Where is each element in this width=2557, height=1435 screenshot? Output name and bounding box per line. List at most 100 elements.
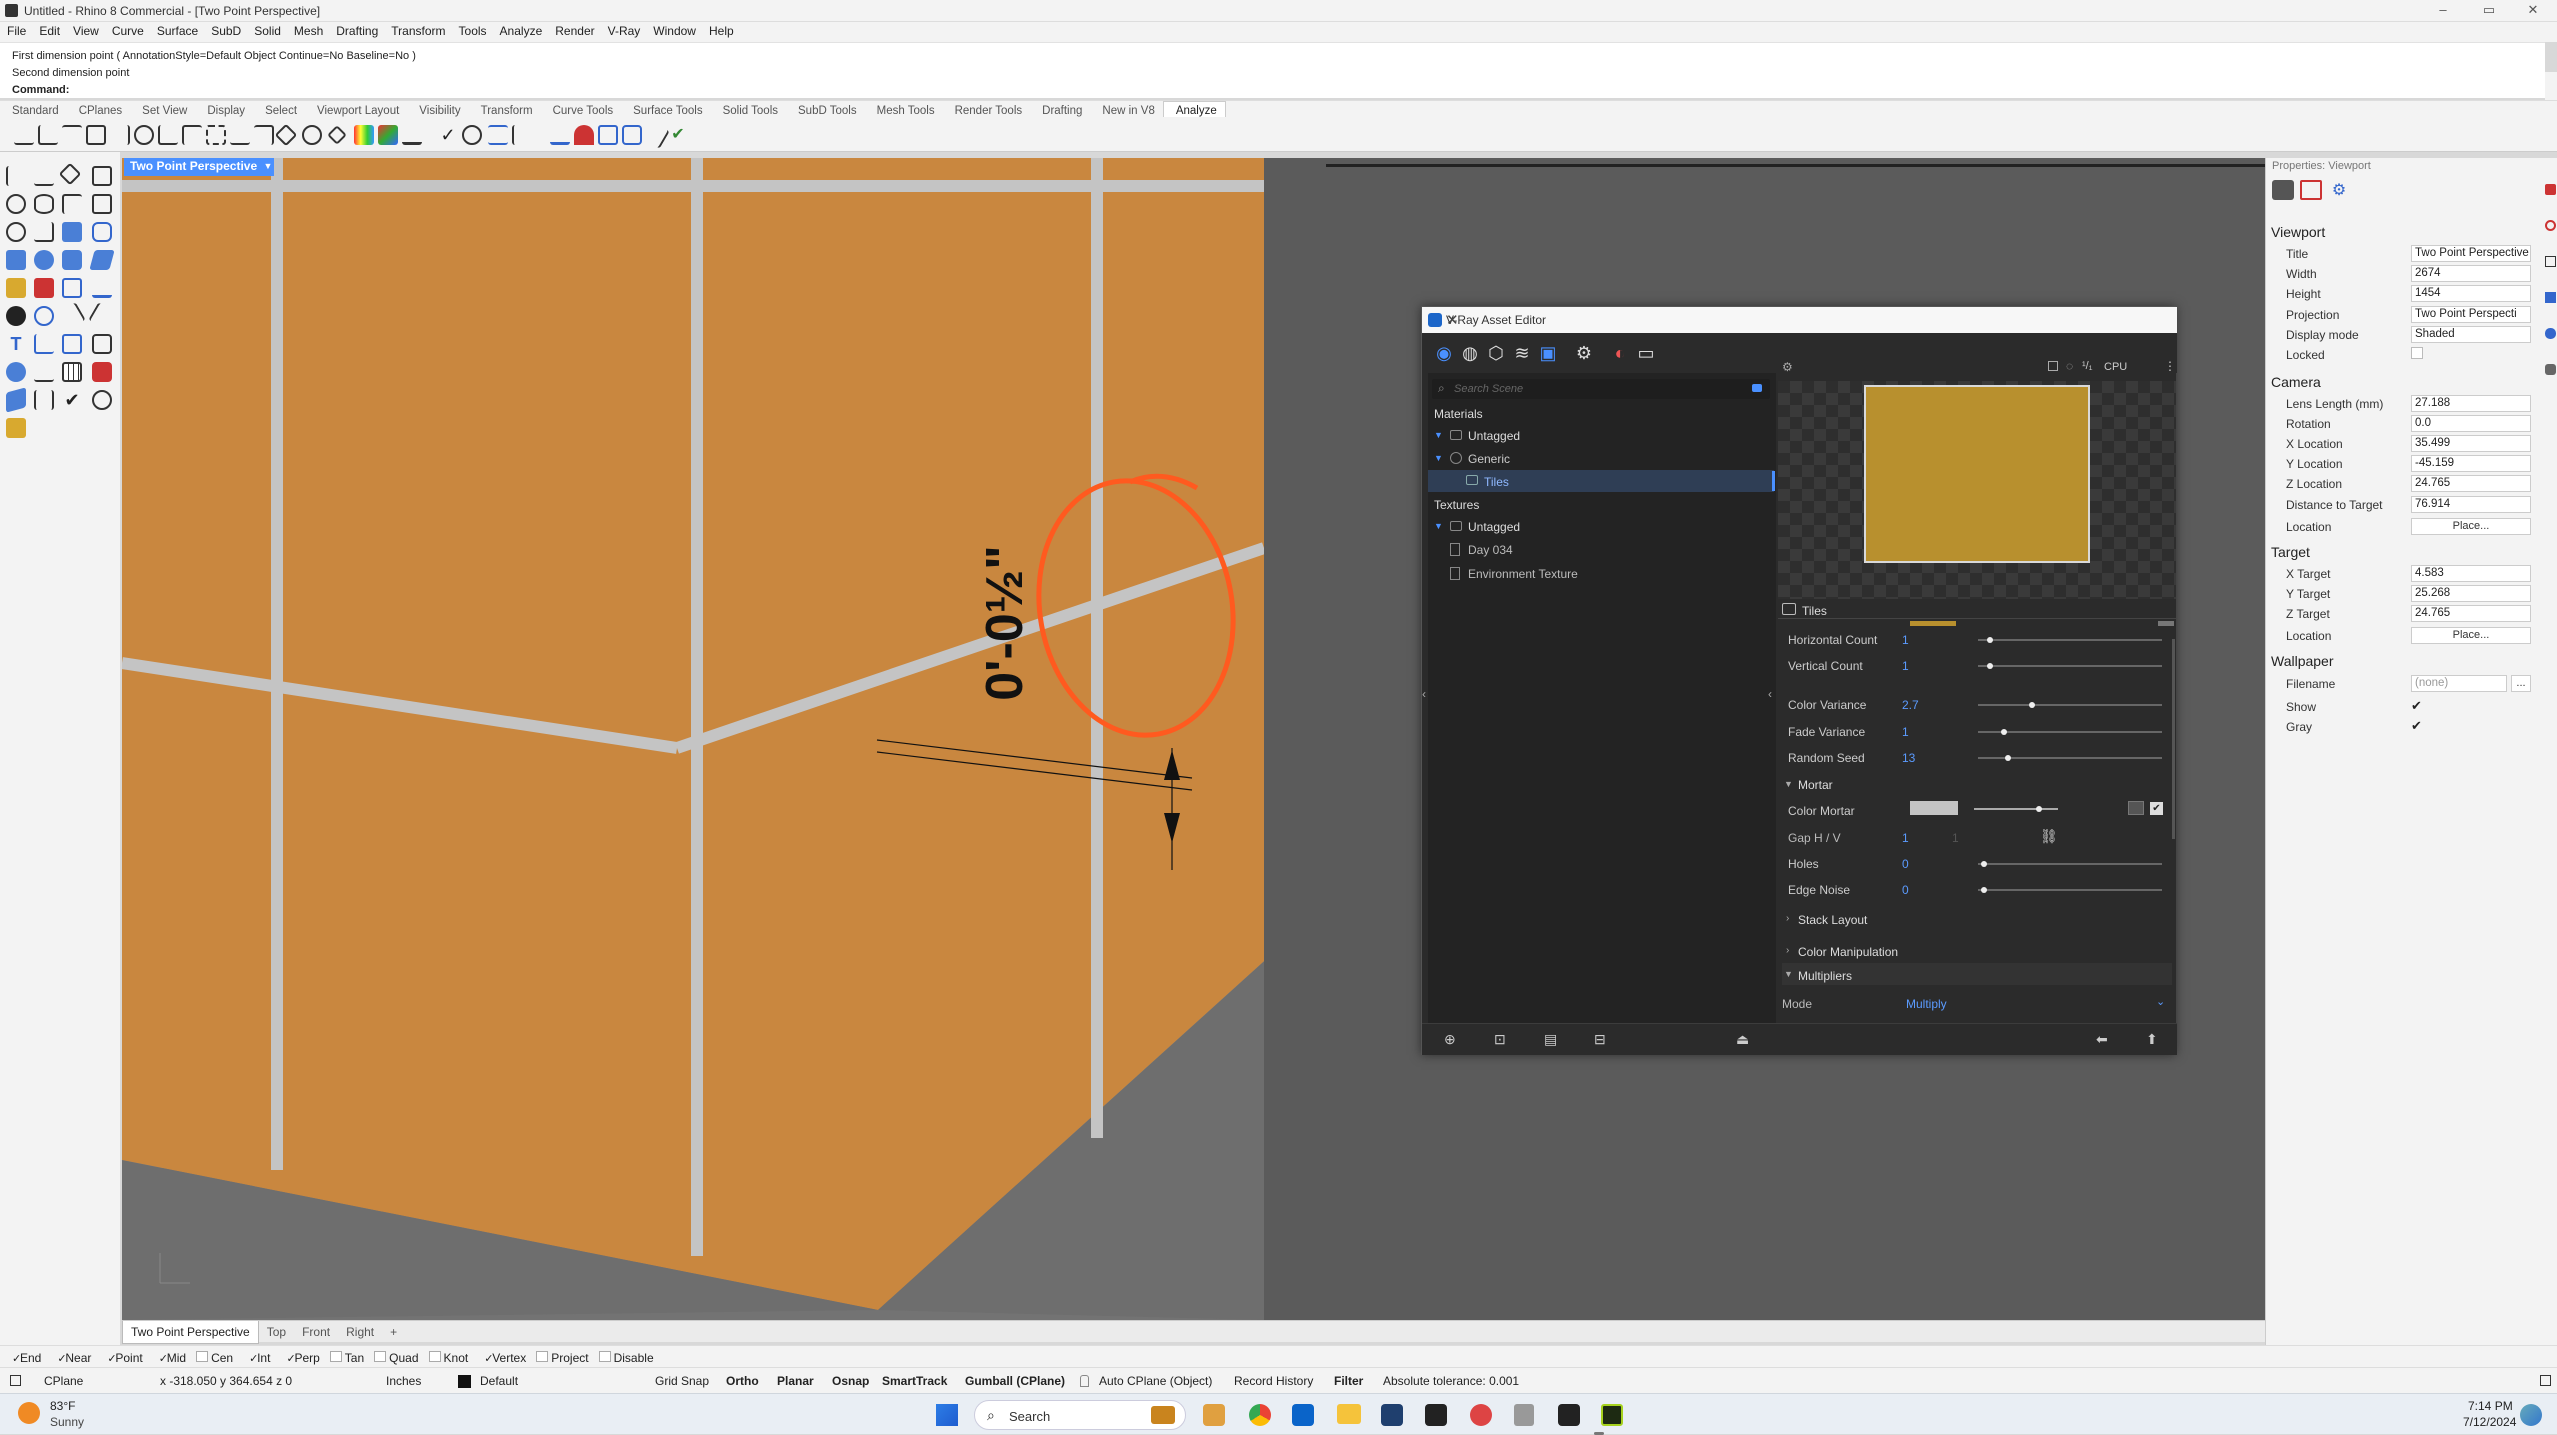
osnap-checkbox[interactable]: ✓: [243, 1350, 258, 1365]
upload-icon[interactable]: ⬆: [2146, 1031, 2158, 1048]
holes-slider[interactable]: [1978, 863, 2162, 865]
z-target-field[interactable]: 24.765: [2411, 605, 2531, 622]
outlook-icon[interactable]: [1292, 1404, 1314, 1426]
select-arrow-icon[interactable]: [6, 166, 26, 186]
tab-viewport-layout[interactable]: Viewport Layout: [305, 101, 407, 117]
draft-analysis-icon[interactable]: [378, 125, 398, 145]
locked-checkbox[interactable]: [2411, 347, 2423, 359]
gap-h-value[interactable]: 1: [1902, 831, 1909, 845]
arc-icon[interactable]: [62, 194, 82, 214]
lens-icon[interactable]: [92, 390, 112, 410]
help-tab-icon[interactable]: [2545, 364, 2556, 375]
link-chain-icon[interactable]: ⛓: [2040, 828, 2058, 845]
tiles-texture[interactable]: Tiles: [1484, 475, 1509, 489]
count-icon[interactable]: [488, 125, 508, 145]
tab-display[interactable]: Display: [195, 101, 253, 117]
render-icon[interactable]: [6, 418, 26, 438]
filter-icon[interactable]: [1752, 384, 1762, 392]
mortar-section[interactable]: Mortar: [1798, 778, 1833, 792]
color-variance-slider[interactable]: [1978, 704, 2162, 706]
minimize-button[interactable]: –: [2428, 2, 2458, 20]
osnap-perp[interactable]: ✓Perp: [274, 1346, 323, 1365]
point-icon[interactable]: [34, 166, 54, 186]
add-asset-icon[interactable]: ⊕: [1444, 1031, 1456, 1048]
osnap-checkbox[interactable]: [536, 1351, 549, 1362]
expand-chevron-icon[interactable]: ▼: [1784, 779, 1793, 789]
panel-toggle-right-icon[interactable]: [2540, 1375, 2551, 1386]
vray-asset-editor[interactable]: V-Ray Asset Editor ✕ ◉ ◍ ⬡ ≋ ▣ ⚙ ◐ ▭ ⌕ S…: [1421, 306, 2177, 1055]
tab-analyze[interactable]: Analyze: [1162, 101, 1226, 117]
viewport-menu-icon[interactable]: ▼: [262, 158, 274, 176]
tab-top[interactable]: Top: [259, 1321, 294, 1343]
tab-set-view[interactable]: Set View: [130, 101, 195, 117]
weather-desc[interactable]: Sunny: [50, 1415, 84, 1429]
tab-front[interactable]: Front: [294, 1321, 338, 1343]
rectangle-icon[interactable]: [92, 166, 112, 186]
tab-transform[interactable]: Transform: [469, 101, 541, 117]
osnap-knot[interactable]: Knot: [423, 1347, 473, 1365]
osnap-disable[interactable]: Disable: [593, 1347, 658, 1365]
projection-select[interactable]: Two Point Perspecti: [2411, 306, 2531, 323]
mesh-sphere-icon[interactable]: [6, 362, 26, 382]
dome-icon[interactable]: [574, 125, 594, 145]
textures-header[interactable]: Textures: [1434, 498, 1479, 512]
rhino-taskbar-icon[interactable]: [1558, 1404, 1580, 1426]
taskbar-search[interactable]: ⌕ Search: [974, 1400, 1186, 1430]
osnap-near[interactable]: ✓Near: [45, 1346, 95, 1365]
preview-refresh-icon[interactable]: ◌: [2066, 359, 2073, 373]
tab-right[interactable]: Right: [338, 1321, 382, 1343]
checkmark-icon[interactable]: ✔: [62, 390, 82, 410]
slider-knob[interactable]: [2029, 702, 2035, 708]
line-icon[interactable]: [34, 362, 54, 382]
geometry-icon[interactable]: ⬡: [1484, 341, 1508, 365]
grid-snap-toggle[interactable]: Grid Snap: [655, 1374, 709, 1388]
command-scrollbar[interactable]: [2545, 72, 2557, 100]
gumball-icon[interactable]: [6, 306, 26, 326]
record-history-toggle[interactable]: Record History: [1234, 1374, 1313, 1388]
tab-new-in-v8[interactable]: New in V8: [1090, 101, 1162, 117]
color-tile-swatch[interactable]: [1910, 621, 1956, 626]
menu-subd[interactable]: SubD: [204, 22, 247, 38]
osnap-checkbox[interactable]: [428, 1351, 441, 1362]
libraries-tab-icon[interactable]: [2545, 328, 2556, 339]
notification-icon[interactable]: [2520, 1404, 2542, 1426]
app-icon[interactable]: [1470, 1404, 1492, 1426]
slider-knob[interactable]: [2005, 755, 2011, 761]
color-mortar-swatch[interactable]: [1910, 801, 1958, 815]
cylinder-icon[interactable]: [62, 250, 82, 270]
osnap-vertex[interactable]: ✓Vertex: [472, 1346, 530, 1365]
osnap-toggle[interactable]: Osnap: [832, 1374, 869, 1388]
panel-toggle-icon[interactable]: [10, 1375, 21, 1386]
menu-window[interactable]: Window: [646, 22, 702, 38]
show-edges-icon[interactable]: [512, 125, 532, 145]
clock-date[interactable]: 7/12/2024: [2463, 1415, 2516, 1429]
block-icon[interactable]: [92, 334, 112, 354]
file-explorer-icon[interactable]: [1337, 1404, 1361, 1424]
close-button[interactable]: ✕: [2518, 2, 2548, 20]
z-location-field[interactable]: 24.765: [2411, 475, 2531, 492]
osnap-end[interactable]: ✓End: [0, 1346, 45, 1365]
boolean-icon[interactable]: [6, 278, 26, 298]
tab-curve-tools[interactable]: Curve Tools: [541, 101, 622, 117]
environment-map-icon[interactable]: [327, 125, 347, 145]
tab-visibility[interactable]: Visibility: [407, 101, 468, 117]
osnap-checkbox[interactable]: ✓: [51, 1350, 66, 1365]
box-icon[interactable]: [6, 250, 26, 270]
menu-mesh[interactable]: Mesh: [287, 22, 329, 38]
tab-select[interactable]: Select: [253, 101, 305, 117]
angle-icon[interactable]: [110, 125, 130, 145]
osnap-checkbox[interactable]: ✓: [478, 1350, 493, 1365]
menu-surface[interactable]: Surface: [150, 22, 204, 38]
apply-to-selection-icon[interactable]: ⬅: [2096, 1031, 2108, 1048]
hatch-icon[interactable]: [62, 334, 82, 354]
y-location-field[interactable]: -45.159: [2411, 455, 2531, 472]
curve-icon[interactable]: [6, 222, 26, 242]
height-field[interactable]: 1454: [2411, 285, 2531, 302]
vertical-count-slider[interactable]: [1978, 665, 2162, 667]
tab-solid-tools[interactable]: Solid Tools: [711, 101, 786, 117]
diagnostic-icon[interactable]: [462, 125, 482, 145]
osnap-project[interactable]: Project: [530, 1347, 592, 1365]
rotation-field[interactable]: 0.0: [2411, 415, 2531, 432]
osnap-checkbox[interactable]: [374, 1351, 387, 1362]
grid-icon[interactable]: [62, 362, 82, 382]
